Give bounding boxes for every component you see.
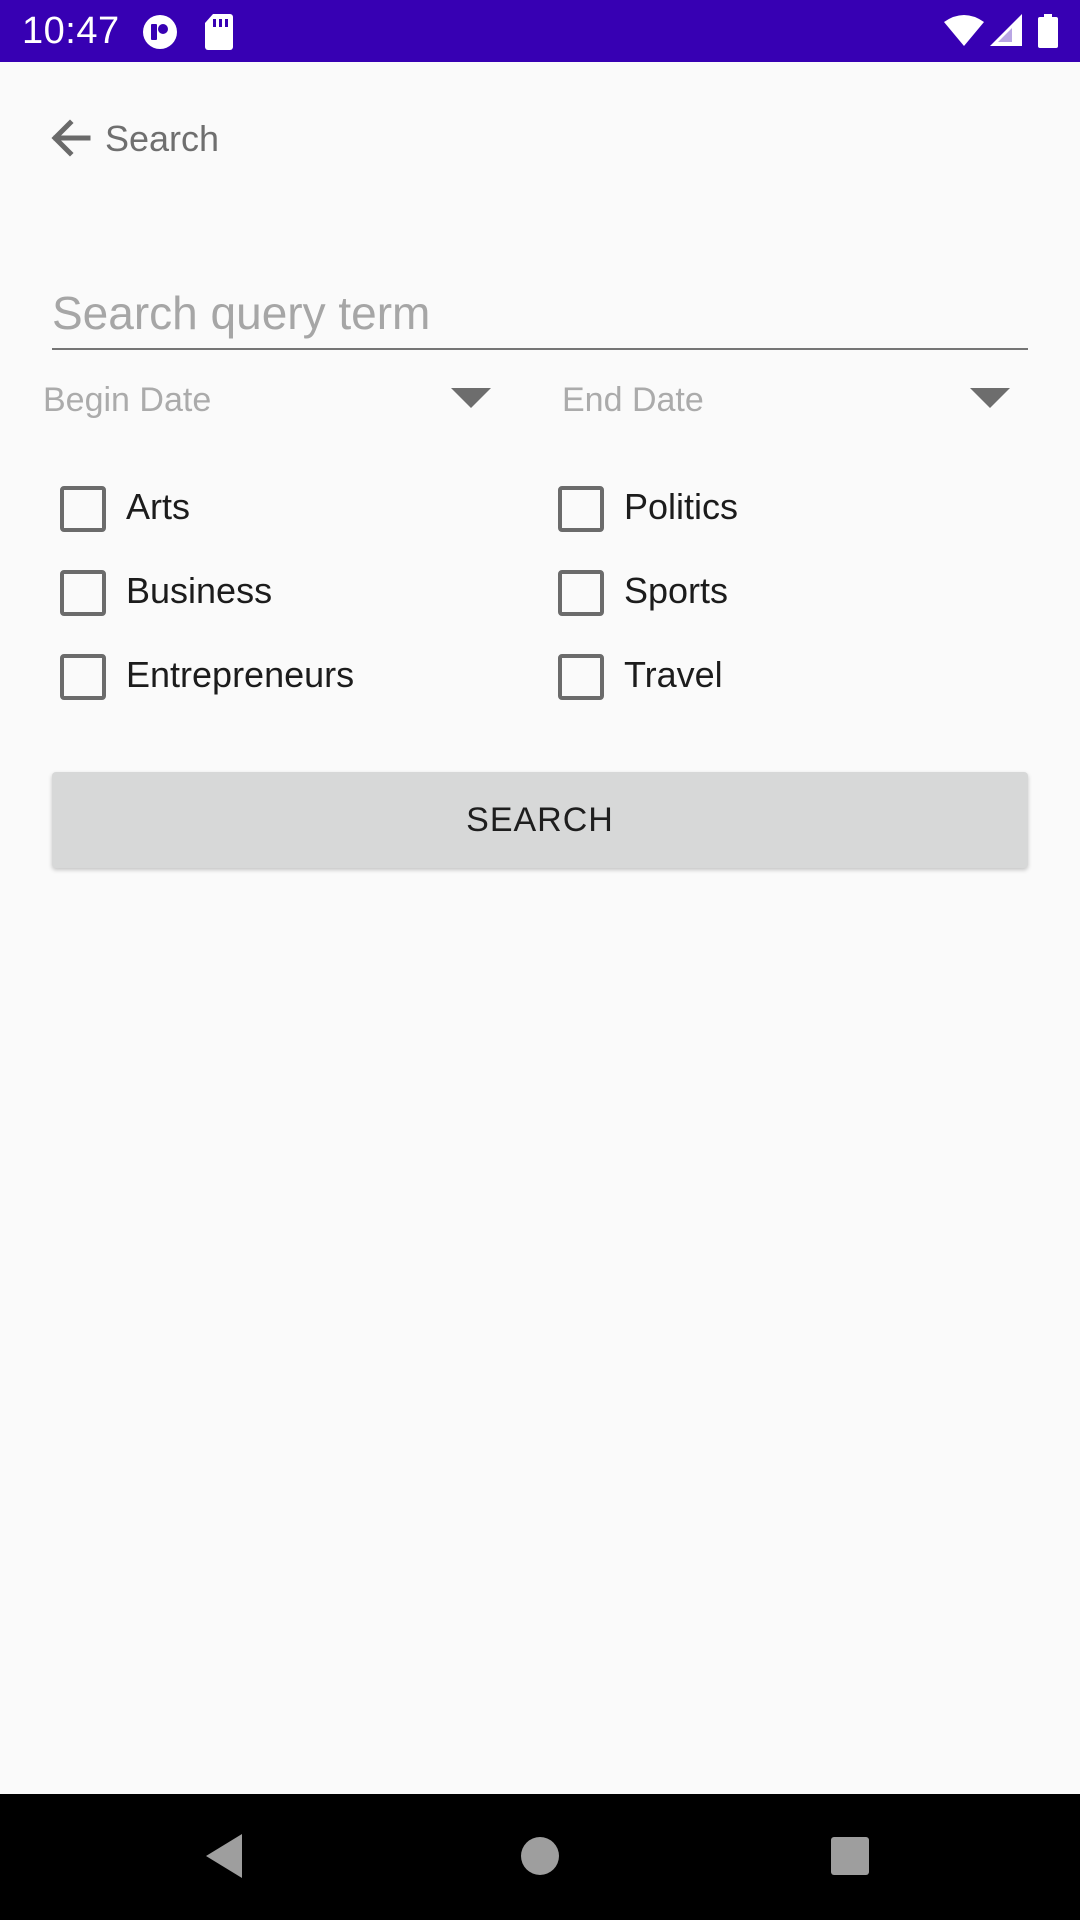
checkbox-square-icon (558, 570, 604, 616)
end-date-label: End Date (562, 381, 704, 419)
checkbox-label: Travel (624, 654, 723, 695)
arrow-back-icon (51, 119, 91, 157)
back-button[interactable] (44, 110, 100, 166)
nav-back-button[interactable] (194, 1824, 258, 1888)
search-button-label: SEARCH (466, 801, 614, 839)
checkbox-square-icon (558, 486, 604, 532)
checkbox-square-icon (60, 486, 106, 532)
status-bar: 10:47 (0, 0, 1080, 62)
dropdown-triangle-icon (451, 388, 491, 408)
status-time: 10:47 (22, 10, 120, 52)
nav-home-icon (521, 1837, 559, 1875)
sd-card-icon (204, 14, 234, 55)
nav-back-icon (206, 1834, 242, 1878)
end-date-spinner[interactable]: End Date (562, 370, 1042, 426)
toolbar: Search (0, 62, 1080, 212)
nav-recents-icon (831, 1837, 869, 1875)
wifi-icon (944, 14, 984, 53)
checkbox-label: Business (126, 570, 273, 611)
checkbox-square-icon (558, 654, 604, 700)
checkbox-square-icon (60, 654, 106, 700)
dropdown-triangle-icon (970, 388, 1010, 408)
checkbox-label: Arts (126, 486, 191, 527)
nav-recents-button[interactable] (818, 1824, 882, 1888)
checkbox-label: Politics (624, 486, 739, 527)
cellular-signal-icon (990, 14, 1022, 53)
search-screen: 10:47 Search Search query term Begin Dat… (0, 0, 1080, 1920)
checkbox-square-icon (60, 570, 106, 616)
battery-icon (1038, 14, 1058, 53)
navigation-bar (0, 1794, 1080, 1920)
checkbox-label: Sports (624, 570, 729, 611)
nav-home-button[interactable] (508, 1824, 572, 1888)
app-notification-icon (142, 14, 178, 55)
begin-date-spinner[interactable]: Begin Date (43, 370, 523, 426)
toolbar-title: Search (105, 118, 220, 159)
search-query-input[interactable] (52, 278, 1028, 350)
begin-date-label: Begin Date (43, 381, 212, 419)
search-button[interactable]: SEARCH (52, 772, 1028, 868)
checkbox-label: Entrepreneurs (126, 654, 355, 695)
